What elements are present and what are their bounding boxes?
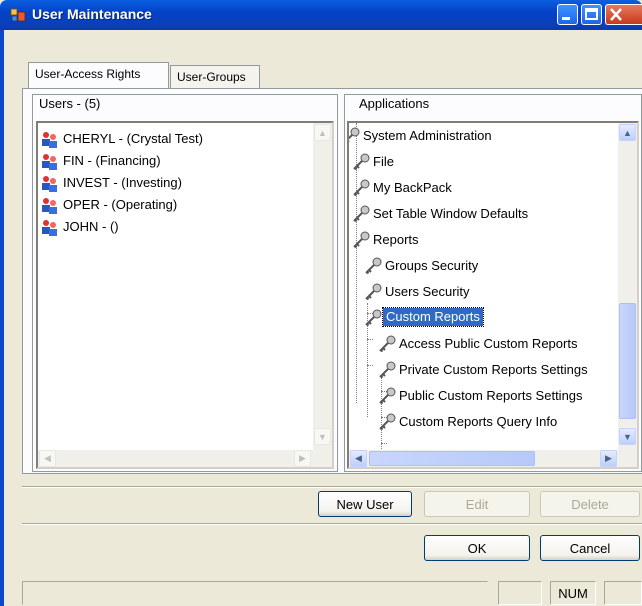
tree-line [367, 365, 373, 366]
status-pane-main [22, 581, 488, 605]
users-group: Users - (5) CHERYL - (Crystal Test) FIN … [32, 94, 338, 472]
minimize-icon [562, 17, 570, 20]
user-group-icon [42, 198, 57, 214]
key-icon [353, 153, 370, 171]
scroll-thumb[interactable] [619, 303, 636, 419]
separator [22, 523, 642, 525]
tab-user-access-rights[interactable]: User-Access Rights [28, 62, 169, 88]
users-vertical-scrollbar[interactable]: ▲ ▼ [313, 123, 332, 450]
scroll-down-button[interactable]: ▼ [619, 428, 636, 445]
applications-horizontal-scrollbar[interactable]: ◀ ▶ [349, 450, 637, 467]
edit-button[interactable]: Edit [424, 491, 530, 517]
users-list[interactable]: CHERYL - (Crystal Test) FIN - (Financing… [36, 121, 334, 469]
chevron-up-icon: ▲ [623, 127, 632, 138]
ok-button[interactable]: OK [424, 535, 530, 561]
key-icon [353, 179, 370, 197]
scroll-up-button[interactable]: ▲ [619, 124, 636, 141]
maximize-button[interactable] [581, 4, 602, 25]
chevron-right-icon: ▶ [299, 453, 306, 463]
title-bar[interactable]: User Maintenance [0, 0, 642, 30]
status-pane-blank [604, 581, 642, 605]
user-group-icon [42, 220, 57, 236]
new-user-button[interactable]: New User [318, 491, 412, 517]
chevron-down-icon: ▼ [623, 431, 632, 442]
minimize-button[interactable] [557, 4, 578, 25]
close-button[interactable] [605, 4, 642, 25]
key-icon [365, 257, 382, 275]
tree-line [381, 443, 387, 444]
scroll-right-button[interactable]: ▶ [600, 450, 617, 467]
status-pane-blank [498, 581, 542, 605]
scroll-thumb[interactable] [369, 451, 535, 466]
scroll-left-button[interactable]: ◀ [39, 450, 56, 467]
key-icon [379, 361, 396, 379]
key-icon [365, 283, 382, 301]
scroll-up-button[interactable]: ▲ [314, 124, 331, 141]
tab-panel: Users - (5) CHERYL - (Crystal Test) FIN … [22, 88, 642, 474]
maximize-icon [585, 8, 598, 20]
key-icon [349, 127, 360, 142]
key-icon [365, 309, 382, 327]
separator [22, 486, 642, 488]
scroll-left-button[interactable]: ◀ [350, 450, 367, 467]
chevron-right-icon: ▶ [605, 453, 612, 463]
window-title: User Maintenance [32, 6, 152, 22]
scroll-down-button[interactable]: ▼ [314, 428, 331, 445]
applications-vertical-scrollbar[interactable]: ▲ ▼ [618, 123, 637, 450]
user-group-icon [42, 176, 57, 192]
window-frame [0, 30, 4, 606]
user-group-icon [42, 154, 57, 170]
applications-tree[interactable]: System Administration File My BackPack S… [347, 121, 639, 469]
users-header: Users - (5) [39, 96, 101, 111]
tab-label: User-Groups [177, 70, 246, 84]
tree-line [367, 339, 373, 340]
key-icon [379, 387, 396, 405]
chevron-up-icon: ▲ [318, 127, 327, 138]
tab-user-groups[interactable]: User-Groups [170, 65, 260, 88]
user-group-icon [42, 132, 57, 148]
chevron-down-icon: ▼ [318, 431, 327, 442]
scroll-right-button[interactable]: ▶ [294, 450, 311, 467]
delete-button[interactable]: Delete [540, 491, 640, 517]
close-icon [610, 8, 622, 21]
key-icon [353, 231, 370, 249]
tab-label: User-Access Rights [35, 67, 141, 81]
app-icon [10, 8, 26, 22]
applications-header: Applications [359, 96, 430, 111]
chevron-left-icon: ◀ [355, 453, 362, 463]
users-horizontal-scrollbar[interactable]: ◀ ▶ [38, 450, 332, 467]
status-pane-num: NUM [550, 581, 596, 605]
status-bar: NUM [0, 576, 642, 606]
key-icon [379, 335, 396, 353]
applications-group: Applications System Administration File [344, 94, 642, 472]
key-icon [379, 413, 396, 431]
chevron-left-icon: ◀ [44, 453, 51, 463]
key-icon [353, 205, 370, 223]
cancel-button[interactable]: Cancel [540, 535, 640, 561]
